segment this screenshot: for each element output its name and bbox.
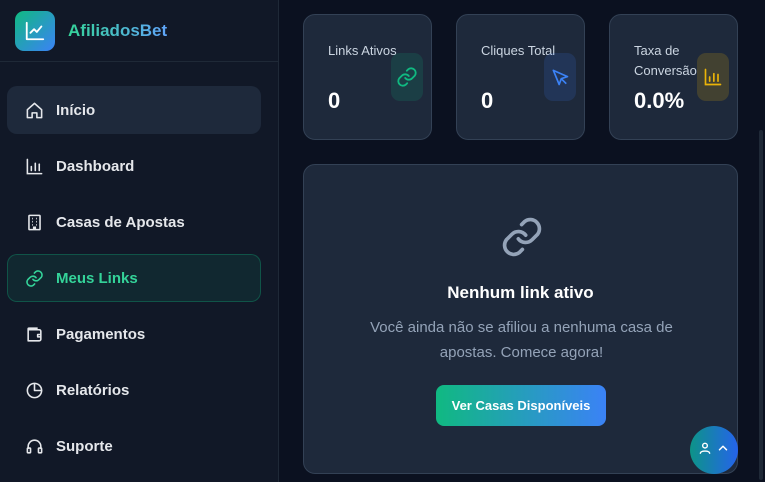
scrollbar-thumb[interactable] [759, 130, 763, 480]
sidebar-item-pagamentos[interactable]: Pagamentos [7, 310, 261, 358]
sidebar-item-meus-links[interactable]: Meus Links [7, 254, 261, 302]
sidebar-item-label: Pagamentos [56, 325, 146, 343]
ver-casas-button[interactable]: Ver Casas Disponíveis [436, 385, 606, 426]
empty-state-title: Nenhum link ativo [447, 283, 594, 302]
wallet-icon [24, 324, 44, 344]
home-icon [24, 100, 44, 120]
sidebar-item-label: Início [56, 101, 96, 119]
user-icon [698, 441, 712, 460]
chevron-up-icon [716, 441, 730, 460]
floating-support-button[interactable] [690, 426, 738, 474]
bar-chart-icon [24, 156, 44, 176]
sidebar-item-label: Meus Links [56, 269, 138, 287]
empty-state-message: Você ainda não se afiliou a nenhuma casa… [370, 319, 673, 361]
scrollbar[interactable] [757, 0, 765, 482]
sidebar-item-relatorios[interactable]: Relatórios [7, 366, 261, 414]
building-icon [24, 212, 44, 232]
sidebar-item-casas-de-apostas[interactable]: Casas de Apostas [7, 198, 261, 246]
stat-value: 0 [328, 88, 341, 113]
sidebar-item-suporte[interactable]: Suporte [7, 422, 261, 470]
stat-card-links-ativos: Links Ativos 0 [303, 14, 432, 140]
brand-header: AfiliadosBet [0, 0, 278, 62]
link-icon [391, 53, 423, 101]
sidebar-item-label: Casas de Apostas [56, 213, 185, 231]
sidebar-nav: Início Dashboard Casas de Apostas Meus L… [0, 62, 278, 470]
stat-card-cliques-total: Cliques Total 0 [456, 14, 585, 140]
link-icon [24, 268, 44, 288]
bar-chart-icon [697, 53, 729, 101]
sidebar-item-label: Dashboard [56, 157, 135, 175]
empty-state-card: Nenhum link ativo Você ainda não se afil… [303, 164, 738, 474]
stat-card-taxa-de-conversao: Taxa de Conversão 0.0% [609, 14, 738, 140]
stat-value: 0.0% [634, 88, 685, 113]
headphones-icon [24, 436, 44, 456]
link-icon [500, 215, 544, 264]
sidebar-item-inicio[interactable]: Início [7, 86, 261, 134]
trend-chart-icon[interactable] [15, 10, 55, 51]
cursor-icon [544, 53, 576, 101]
sidebar: AfiliadosBet Início Dashboard Casas de A… [0, 0, 279, 482]
stat-value: 0 [481, 88, 494, 113]
sidebar-item-label: Relatórios [56, 381, 130, 399]
pie-chart-icon [24, 380, 44, 400]
sidebar-item-label: Suporte [56, 437, 113, 455]
brand-name[interactable]: AfiliadosBet [68, 21, 167, 41]
sidebar-item-dashboard[interactable]: Dashboard [7, 142, 261, 190]
